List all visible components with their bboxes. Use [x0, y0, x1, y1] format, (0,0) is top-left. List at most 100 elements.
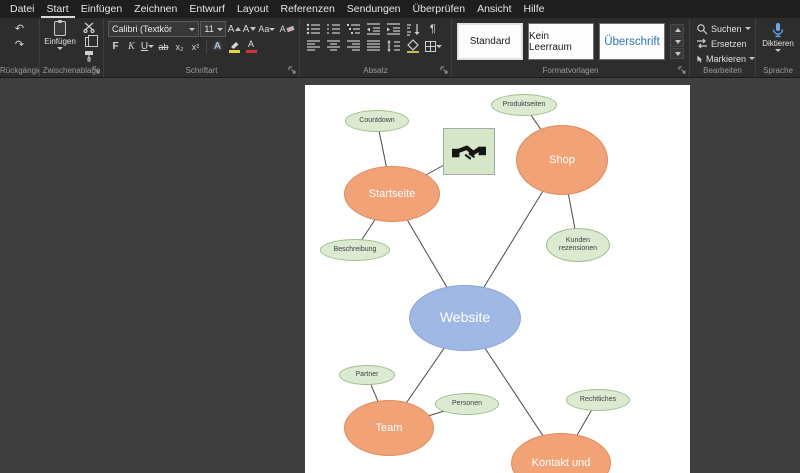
increase-indent-button[interactable] [384, 22, 402, 36]
mindmap-node-countdown[interactable]: Countdown [345, 110, 409, 132]
borders-grid-icon [424, 40, 436, 52]
bold-button[interactable]: F [108, 39, 123, 54]
styles-scroll-up-button[interactable] [670, 24, 684, 35]
search-icon [697, 23, 708, 34]
styles-scroll-down-button[interactable] [670, 36, 684, 47]
shading-button[interactable] [404, 39, 422, 53]
chevron-down-icon [435, 44, 442, 48]
highlight-color-button[interactable] [226, 39, 242, 54]
mindmap-node-personen[interactable]: Personen [435, 393, 499, 415]
mindmap-node-startseite[interactable]: Startseite [344, 166, 440, 222]
ribbon-group-clipboard: Einfügen Zwischenablage [40, 18, 104, 77]
change-case-button[interactable]: Aa [258, 22, 277, 37]
shrink-font-button[interactable]: A [242, 22, 257, 37]
undo-group-label: Rückgängig [0, 66, 39, 75]
document-page[interactable]: Countdown Produktseiten Shop Startseite … [305, 85, 690, 473]
style-card-ueberschrift[interactable]: Überschrift [599, 23, 665, 60]
align-right-button[interactable] [344, 39, 362, 53]
mindmap-node-team[interactable]: Team [344, 400, 434, 456]
sort-button[interactable] [404, 22, 422, 36]
line-spacing-button[interactable] [384, 39, 402, 53]
bullet-list-button[interactable] [304, 22, 322, 36]
strikethrough-button[interactable]: ab [156, 39, 171, 54]
mindmap-node-produktseiten[interactable]: Produktseiten [491, 94, 557, 116]
cut-button[interactable] [80, 21, 98, 34]
voice-group-label: Sprache [763, 66, 793, 75]
paragraph-marks-button[interactable]: ¶ [424, 22, 442, 36]
ribbon-group-editing: Suchen Ersetzen Markieren Bearbeiten [690, 18, 756, 77]
align-left-button[interactable] [304, 39, 322, 53]
menu-start[interactable]: Start [40, 1, 75, 18]
ribbon: ↶ ↷ Rückgängig Einfügen Zwischenablage C… [0, 18, 800, 78]
mindmap-node-shop[interactable]: Shop [516, 125, 608, 195]
style-card-standard[interactable]: Standard [457, 23, 523, 60]
copy-button[interactable] [80, 34, 98, 48]
handshake-image[interactable] [443, 128, 495, 175]
menu-layout[interactable]: Layout [231, 1, 275, 18]
menu-ueberpruefen[interactable]: Überprüfen [407, 1, 472, 18]
menu-bar: Datei Start Einfügen Zeichnen Entwurf La… [0, 0, 800, 18]
ribbon-group-styles: Standard Kein Leerraum Überschrift Forma… [452, 18, 690, 77]
format-painter-icon [85, 50, 93, 61]
chevron-down-icon [744, 27, 751, 30]
grow-font-button[interactable]: A [227, 22, 242, 37]
text-effects-button[interactable]: A [210, 39, 225, 54]
menu-datei[interactable]: Datei [4, 1, 41, 18]
font-size-select[interactable]: 11 [200, 21, 227, 37]
scissors-icon [82, 22, 95, 33]
styles-more-button[interactable] [670, 48, 684, 59]
numbered-list-button[interactable] [324, 22, 342, 36]
align-center-button[interactable] [324, 39, 342, 53]
chevron-down-icon [189, 27, 196, 31]
mindmap-node-kundenrezensionen[interactable]: Kunden rezensionen [546, 228, 610, 262]
redo-icon[interactable]: ↷ [10, 38, 30, 52]
dictate-button[interactable]: Diktieren [756, 18, 800, 52]
menu-einfuegen[interactable]: Einfügen [75, 1, 128, 18]
dialog-launcher-icon[interactable] [678, 66, 687, 75]
paragraph-group-label: Absatz [363, 66, 388, 75]
undo-icon[interactable]: ↶ [10, 22, 30, 36]
superscript-button[interactable]: x² [188, 39, 203, 54]
dialog-launcher-icon[interactable] [440, 66, 449, 75]
document-area: Countdown Produktseiten Shop Startseite … [0, 78, 800, 473]
multilevel-list-button[interactable] [344, 22, 362, 36]
italic-button[interactable]: K [124, 39, 139, 54]
font-group-label: Schriftart [185, 66, 218, 75]
find-button[interactable]: Suchen [696, 22, 755, 35]
ribbon-group-font: Calibri (Textkör 11 A A Aa A F K U ab x₂… [104, 18, 300, 77]
font-name-select[interactable]: Calibri (Textkör [108, 21, 200, 37]
paste-button[interactable]: Einfügen [43, 20, 77, 62]
decrease-indent-button[interactable] [364, 22, 382, 36]
chevron-down-icon [216, 27, 223, 31]
menu-sendungen[interactable]: Sendungen [341, 1, 407, 18]
separator [206, 39, 207, 54]
replace-button[interactable]: Ersetzen [696, 37, 755, 50]
menu-ansicht[interactable]: Ansicht [471, 1, 517, 18]
mindmap-node-beschreibung[interactable]: Beschreibung [320, 239, 390, 261]
menu-referenzen[interactable]: Referenzen [275, 1, 341, 18]
mindmap-node-partner[interactable]: Partner [339, 365, 395, 385]
menu-entwurf[interactable]: Entwurf [183, 1, 231, 18]
highlighter-icon [230, 42, 238, 49]
dialog-launcher-icon[interactable] [92, 66, 101, 75]
select-button[interactable]: Markieren [696, 52, 755, 65]
borders-button[interactable] [424, 39, 442, 53]
dialog-launcher-icon[interactable] [288, 66, 297, 75]
format-painter-button[interactable] [80, 49, 98, 62]
clear-formatting-button[interactable]: A [277, 22, 296, 37]
editing-group-label: Bearbeiten [703, 66, 742, 75]
style-card-kein-leerraum[interactable]: Kein Leerraum [528, 23, 594, 60]
underline-button[interactable]: U [140, 39, 155, 54]
menu-hilfe[interactable]: Hilfe [518, 1, 551, 18]
highlight-color-bar [228, 50, 240, 53]
menu-zeichnen[interactable]: Zeichnen [128, 1, 183, 18]
cursor-icon [697, 55, 703, 62]
font-color-button[interactable]: A [243, 39, 259, 54]
triangle-down-icon [674, 51, 681, 56]
mindmap-node-website[interactable]: Website [409, 285, 521, 351]
mindmap-node-rechtliches[interactable]: Rechtliches [566, 389, 630, 411]
subscript-button[interactable]: x₂ [172, 39, 187, 54]
font-color-bar [245, 50, 257, 53]
justify-button[interactable] [364, 39, 382, 53]
replace-icon [697, 38, 707, 49]
